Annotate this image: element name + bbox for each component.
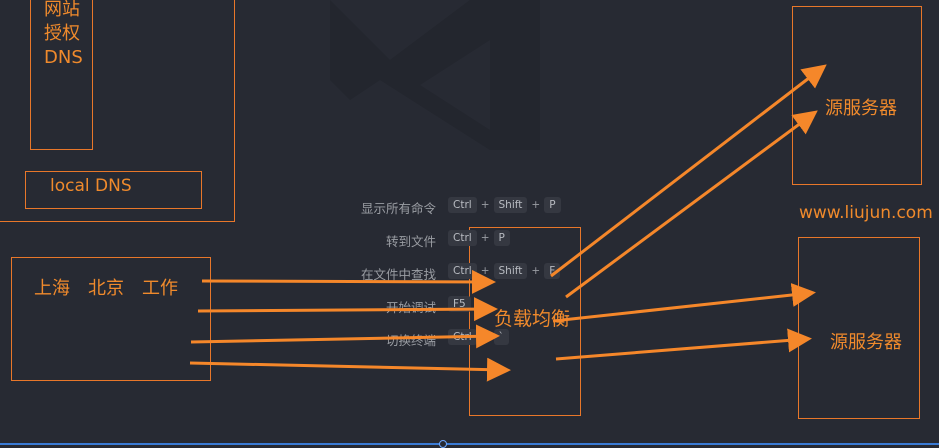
scrollbar-track[interactable] bbox=[0, 443, 939, 445]
arrow bbox=[550, 64, 827, 278]
arrow bbox=[190, 324, 500, 349]
drag-handle[interactable] bbox=[439, 440, 447, 448]
arrow bbox=[555, 328, 812, 361]
arrow bbox=[197, 297, 498, 322]
arrow bbox=[189, 357, 511, 382]
arrow bbox=[201, 269, 496, 294]
arrow bbox=[552, 283, 816, 323]
arrow bbox=[565, 110, 818, 299]
arrows-overlay bbox=[189, 64, 827, 382]
